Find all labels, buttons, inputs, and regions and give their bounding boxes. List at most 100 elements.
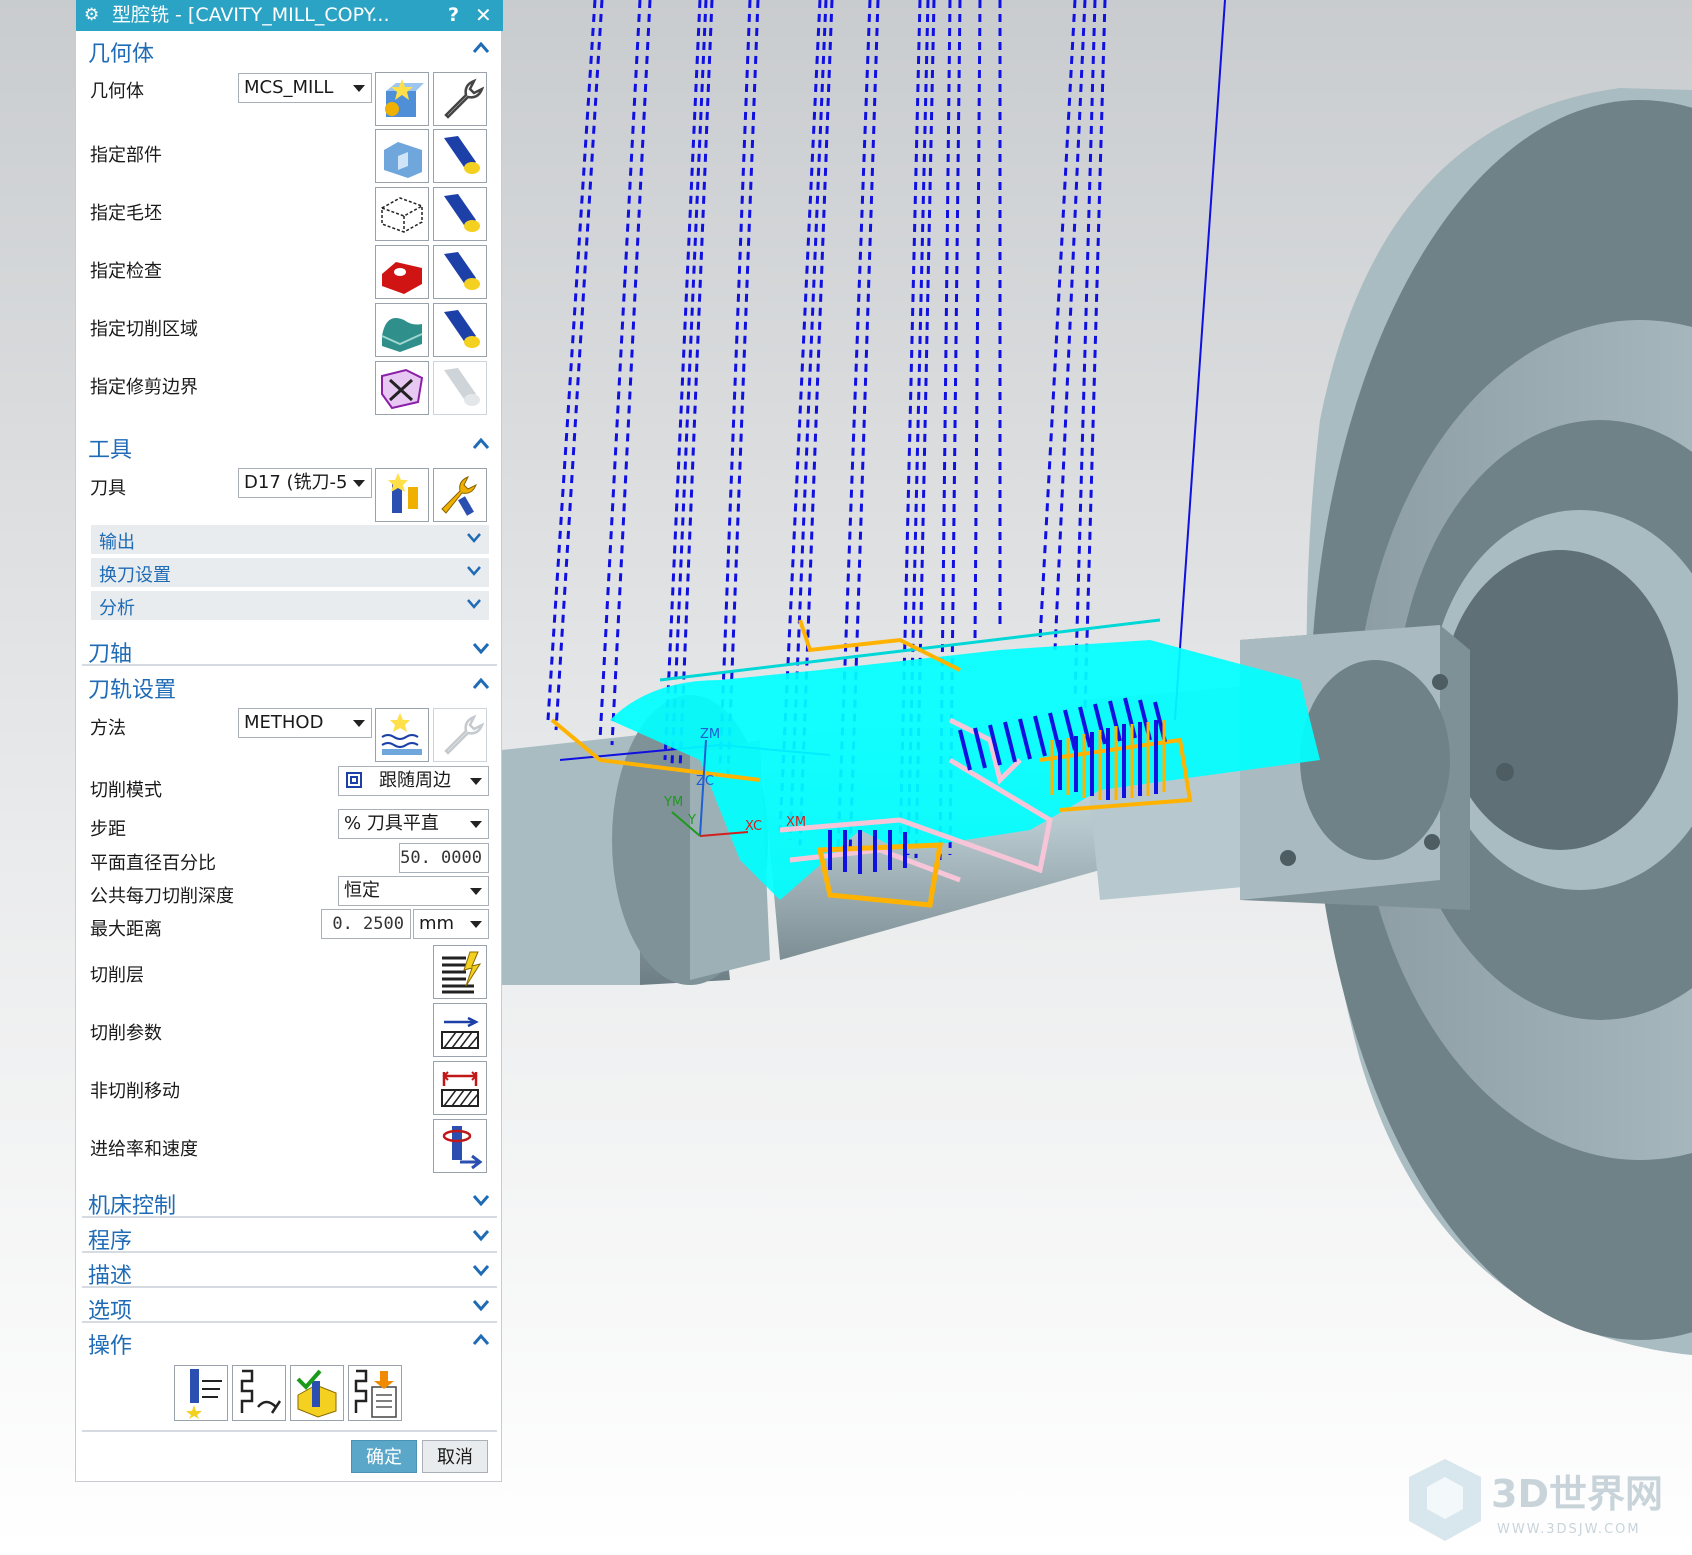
chevron-down-icon[interactable] bbox=[471, 1190, 491, 1210]
divider bbox=[82, 664, 497, 666]
edit-method-button bbox=[433, 708, 487, 762]
list-toolpath-button[interactable] bbox=[348, 1365, 402, 1421]
chevron-down-icon[interactable] bbox=[471, 1225, 491, 1245]
replay-toolpath-button[interactable] bbox=[232, 1365, 286, 1421]
blank-box-icon bbox=[381, 197, 423, 233]
list-toolpath-icon bbox=[354, 1369, 397, 1418]
cut-parameters-label: 切削参数 bbox=[90, 1023, 162, 1044]
cut-levels-button[interactable] bbox=[433, 945, 487, 999]
follow-periphery-icon bbox=[346, 772, 362, 788]
watermark-brand: 3D世界网 bbox=[1491, 1472, 1663, 1516]
method-select[interactable]: METHOD bbox=[238, 708, 372, 738]
chevron-up-icon[interactable] bbox=[471, 434, 491, 454]
dropdown-arrow-icon bbox=[470, 921, 482, 928]
max-distance-input[interactable]: 0. 2500 bbox=[321, 909, 411, 939]
display-cut-area-button[interactable] bbox=[433, 303, 487, 357]
axis-label-xc: XC bbox=[745, 819, 762, 834]
tool-select-value: D17 (铣刀-5 bbox=[244, 472, 348, 493]
generate-toolpath-button[interactable] bbox=[174, 1365, 228, 1421]
cut-levels-icon bbox=[442, 951, 482, 994]
chevron-up-icon[interactable] bbox=[471, 1330, 491, 1350]
cut-parameters-button[interactable] bbox=[433, 1003, 487, 1057]
specify-part-label: 指定部件 bbox=[90, 145, 162, 166]
stepover-select[interactable]: % 刀具平直 bbox=[338, 809, 489, 839]
non-cutting-moves-button[interactable] bbox=[433, 1061, 487, 1115]
select-blank-button[interactable] bbox=[375, 187, 429, 241]
dropdown-arrow-icon bbox=[353, 480, 365, 487]
display-blank-button[interactable] bbox=[433, 187, 487, 241]
flat-diameter-percent-input[interactable]: 50. 0000 bbox=[399, 843, 489, 873]
subsection-analysis[interactable]: 分析 bbox=[91, 591, 489, 620]
subsection-tool-change-title: 换刀设置 bbox=[99, 565, 171, 586]
close-button[interactable]: ✕ bbox=[475, 0, 492, 31]
section-geometry-header[interactable]: 几何体 bbox=[82, 34, 497, 67]
chevron-down-icon[interactable] bbox=[471, 1295, 491, 1315]
cancel-button[interactable]: 取消 bbox=[422, 1440, 488, 1473]
divider bbox=[82, 1286, 497, 1288]
common-depth-label: 公共每刀切削深度 bbox=[90, 886, 234, 907]
method-select-value: METHOD bbox=[244, 712, 324, 733]
common-depth-select[interactable]: 恒定 bbox=[338, 876, 489, 906]
dialog-title: 型腔铣 - [CAVITY_MILL_COPY... bbox=[112, 4, 390, 26]
non-cutting-moves-label: 非切削移动 bbox=[90, 1081, 180, 1102]
new-geometry-button[interactable] bbox=[375, 72, 429, 126]
method-label: 方法 bbox=[90, 718, 126, 739]
select-check-button[interactable] bbox=[375, 245, 429, 299]
edit-tool-button[interactable] bbox=[433, 468, 487, 522]
divider bbox=[82, 1321, 497, 1323]
section-actions-title: 操作 bbox=[88, 1334, 133, 1359]
section-tool-axis-header[interactable]: 刀轴 bbox=[82, 634, 497, 667]
section-tool-header[interactable]: 工具 bbox=[82, 430, 497, 463]
geometry-select[interactable]: MCS_MILL bbox=[238, 73, 372, 103]
feeds-speeds-button[interactable] bbox=[433, 1119, 487, 1173]
display-check-button[interactable] bbox=[433, 245, 487, 299]
wrench-icon bbox=[444, 78, 484, 119]
section-options-header[interactable]: 选项 bbox=[82, 1291, 497, 1324]
axis-label-zm: ZM bbox=[700, 727, 720, 742]
specify-blank-label: 指定毛坯 bbox=[90, 203, 162, 224]
new-method-button[interactable] bbox=[375, 708, 429, 762]
subsection-tool-change[interactable]: 换刀设置 bbox=[91, 558, 489, 587]
tool-select[interactable]: D17 (铣刀-5 bbox=[238, 468, 372, 498]
dropdown-arrow-icon bbox=[353, 720, 365, 727]
help-button[interactable]: ? bbox=[448, 0, 459, 31]
section-path-settings-header[interactable]: 刀轨设置 bbox=[82, 670, 497, 703]
replay-icon bbox=[240, 1369, 282, 1414]
display-part-button[interactable] bbox=[433, 129, 487, 183]
specify-cut-area-label: 指定切削区域 bbox=[90, 319, 198, 340]
new-tool-button[interactable] bbox=[375, 468, 429, 522]
chevron-up-icon[interactable] bbox=[471, 38, 491, 58]
select-part-button[interactable] bbox=[375, 129, 429, 183]
settings-gear-icon[interactable]: ⚙ bbox=[84, 0, 99, 31]
cut-pattern-label: 切削模式 bbox=[90, 780, 162, 801]
cut-pattern-select[interactable]: 跟随周边 bbox=[338, 766, 489, 796]
cut-levels-label: 切削层 bbox=[90, 965, 144, 986]
chevron-down-icon[interactable] bbox=[471, 638, 491, 658]
chevron-up-icon[interactable] bbox=[471, 674, 491, 694]
section-description-header[interactable]: 描述 bbox=[82, 1256, 497, 1289]
edit-geometry-button[interactable] bbox=[433, 72, 487, 126]
section-actions-header[interactable]: 操作 bbox=[82, 1326, 497, 1359]
new-method-icon bbox=[381, 713, 422, 755]
section-machine-control-header[interactable]: 机床控制 bbox=[82, 1186, 497, 1219]
select-cut-area-button[interactable] bbox=[375, 303, 429, 357]
dialog-titlebar: ⚙ 型腔铣 - [CAVITY_MILL_COPY... ? ✕ bbox=[76, 0, 503, 31]
axis-label-ym: YM bbox=[663, 795, 683, 810]
chevron-down-icon[interactable] bbox=[465, 595, 483, 613]
display-trim-boundary-button bbox=[433, 361, 487, 415]
cut-parameters-icon bbox=[441, 1016, 479, 1049]
select-trim-boundary-button[interactable] bbox=[375, 361, 429, 415]
chevron-down-icon[interactable] bbox=[465, 562, 483, 580]
verify-toolpath-button[interactable] bbox=[290, 1365, 344, 1421]
max-distance-unit-select[interactable]: mm bbox=[413, 909, 489, 939]
section-program-header[interactable]: 程序 bbox=[82, 1221, 497, 1254]
chevron-down-icon[interactable] bbox=[471, 1260, 491, 1280]
divider bbox=[82, 1251, 497, 1253]
geometry-select-value: MCS_MILL bbox=[244, 77, 334, 98]
feeds-speeds-icon bbox=[442, 1126, 483, 1170]
divider bbox=[82, 1430, 497, 1432]
chevron-down-icon[interactable] bbox=[465, 529, 483, 547]
ok-button[interactable]: 确定 bbox=[351, 1440, 417, 1473]
subsection-output[interactable]: 输出 bbox=[91, 525, 489, 554]
dropdown-arrow-icon bbox=[470, 888, 482, 895]
